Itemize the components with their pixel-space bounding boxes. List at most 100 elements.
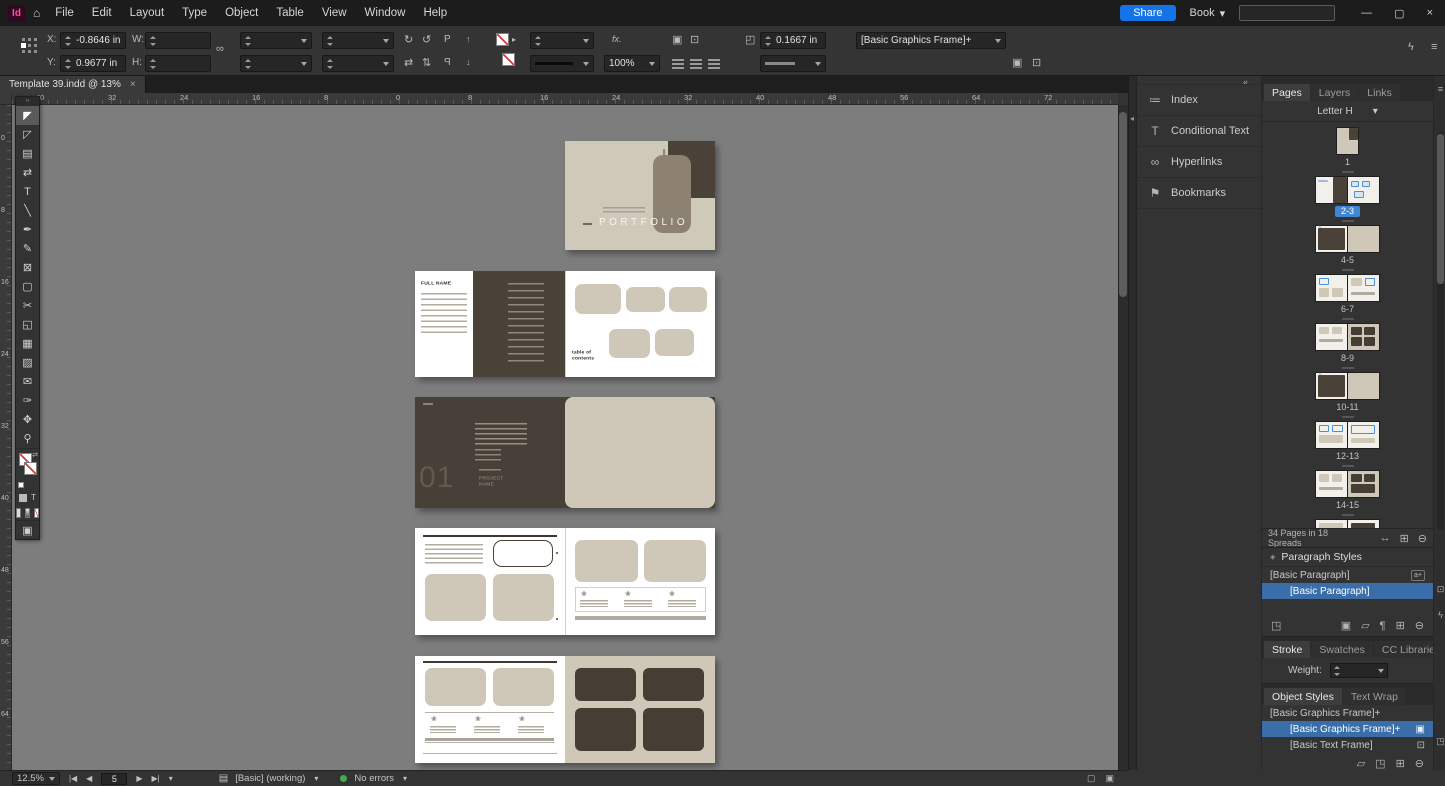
- vertical-ruler[interactable]: 0816243240485664: [0, 105, 12, 770]
- menu-item[interactable]: View: [313, 0, 356, 26]
- style-group-icon[interactable]: ▱: [1361, 619, 1369, 632]
- image-frame[interactable]: [425, 668, 486, 706]
- spread-cover[interactable]: PORTFOLIO: [565, 141, 715, 250]
- image-frame[interactable]: [493, 574, 554, 621]
- height-field[interactable]: [145, 55, 211, 72]
- clear-overrides-icon[interactable]: ◳: [1271, 619, 1281, 632]
- image-frame[interactable]: [575, 284, 621, 314]
- image-frame[interactable]: [575, 708, 636, 751]
- shear-angle-field[interactable]: [322, 55, 394, 72]
- pencil-tool[interactable]: ✎: [16, 239, 39, 258]
- page-tool[interactable]: ▤: [16, 144, 39, 163]
- fit-view-icon[interactable]: ▢: [1087, 773, 1096, 784]
- page-list-chevron-icon[interactable]: ▾: [169, 774, 173, 783]
- width-field[interactable]: [145, 32, 211, 49]
- scroll-box-icon[interactable]: ▣: [1105, 773, 1114, 784]
- page-thumbnail-4-5[interactable]: A 4-5: [1316, 217, 1379, 266]
- stroke-swatch[interactable]: [24, 462, 37, 475]
- book-dropdown[interactable]: Book▾: [1190, 7, 1226, 20]
- minimize-button[interactable]: —: [1361, 7, 1372, 20]
- image-frame[interactable]: [565, 397, 715, 508]
- outlined-frame[interactable]: [493, 540, 553, 567]
- spread-8-9[interactable]: ❀ ❀ ❀: [415, 656, 715, 763]
- clear-overrides-icon[interactable]: ◳: [1375, 757, 1385, 770]
- image-frame[interactable]: [493, 668, 554, 706]
- auto-fit-icon[interactable]: ⊡: [1032, 58, 1041, 69]
- align-icons[interactable]: [672, 59, 684, 69]
- stroke-color-swatch[interactable]: [496, 33, 509, 46]
- previous-page-button[interactable]: ◀: [86, 774, 92, 783]
- dock-resize-strip[interactable]: ◂: [1129, 76, 1137, 770]
- rotation-angle-field[interactable]: [322, 32, 394, 49]
- edit-page-size-icon[interactable]: ↔: [1380, 532, 1391, 544]
- formatting-container-icon[interactable]: [19, 494, 27, 502]
- screen-mode-button[interactable]: ▣: [16, 520, 39, 539]
- tab-pages[interactable]: Pages: [1264, 84, 1310, 101]
- distribute-icons[interactable]: [690, 59, 702, 69]
- tab-links[interactable]: Links: [1359, 84, 1400, 101]
- style-box-icon[interactable]: ▣: [1341, 619, 1351, 632]
- menu-item[interactable]: Help: [414, 0, 456, 26]
- preflight-profile[interactable]: [Basic] (working): [235, 773, 305, 784]
- menu-item[interactable]: Layout: [121, 0, 174, 26]
- stroke-weight-dropdown[interactable]: [530, 32, 594, 49]
- rotate-cw-icon[interactable]: ↻: [404, 35, 413, 46]
- quick-apply-icon[interactable]: ϟ: [1408, 42, 1414, 53]
- menu-item[interactable]: Table: [267, 0, 313, 26]
- canvas-scrollbar-thumb[interactable]: [1119, 112, 1127, 297]
- formatting-affects-container-icon[interactable]: ▣: [672, 35, 682, 46]
- flip-horizontal-icon[interactable]: ⇄: [404, 58, 413, 69]
- rectangle-frame-tool[interactable]: ⊠: [16, 258, 39, 277]
- image-frame[interactable]: [575, 668, 636, 701]
- next-page-button[interactable]: ▶: [136, 774, 142, 783]
- tab-layers[interactable]: Layers: [1311, 84, 1359, 101]
- new-style-icon[interactable]: ⊞: [1396, 757, 1405, 770]
- image-frame[interactable]: [575, 540, 638, 582]
- spread-2-3[interactable]: FULL NAME table ofcontents: [415, 271, 715, 377]
- pages-scrollbar-thumb[interactable]: [1437, 134, 1444, 284]
- flip-vertical-icon[interactable]: ⇅: [422, 58, 431, 69]
- page-number-field[interactable]: 5: [101, 773, 127, 785]
- effects-icon[interactable]: fx.: [612, 35, 622, 44]
- scale-x-field[interactable]: [240, 32, 312, 49]
- formatting-text-icon[interactable]: T: [31, 493, 36, 502]
- swap-fill-stroke-icon[interactable]: ⇄: [32, 451, 38, 459]
- pages-panel-menu-icon[interactable]: ≡: [1434, 84, 1445, 94]
- apply-none-button[interactable]: [34, 508, 39, 518]
- stroke-swatch-arrow-icon[interactable]: ▸: [512, 36, 516, 44]
- text-wrap-icons[interactable]: [708, 59, 720, 69]
- paragraph-style-row[interactable]: [Basic Paragraph] a+: [1262, 567, 1433, 583]
- object-style-row[interactable]: [Basic Text Frame] ⊡: [1262, 737, 1433, 753]
- delete-page-icon[interactable]: ⊖: [1418, 532, 1427, 545]
- delete-style-icon[interactable]: ⊖: [1415, 619, 1424, 632]
- gradient-feather-tool[interactable]: ▨: [16, 353, 39, 372]
- select-previous-object-icon[interactable]: ↑: [466, 35, 471, 44]
- panel-item-conditional-text[interactable]: T Conditional Text: [1137, 116, 1261, 147]
- close-document-icon[interactable]: ×: [130, 79, 136, 90]
- select-next-object-icon[interactable]: ↓: [466, 58, 471, 67]
- note-tool[interactable]: ✉: [16, 372, 39, 391]
- delete-style-icon[interactable]: ⊖: [1415, 757, 1424, 770]
- image-frame[interactable]: [425, 574, 486, 621]
- close-button[interactable]: ×: [1427, 7, 1433, 20]
- menu-item[interactable]: File: [46, 0, 83, 26]
- paragraph-styles-menu-icon[interactable]: ⊡: [1434, 584, 1445, 595]
- image-frame[interactable]: [655, 329, 694, 356]
- reference-point-selector[interactable]: [20, 36, 39, 55]
- corner-radius-field[interactable]: 0.1667 in: [760, 32, 826, 49]
- paragraph-icon[interactable]: ¶: [1380, 620, 1386, 632]
- master-page-row[interactable]: Letter H ▾: [1262, 101, 1433, 122]
- object-style-dropdown[interactable]: [Basic Graphics Frame]+: [856, 32, 1006, 49]
- corner-shape-dropdown[interactable]: [760, 55, 826, 72]
- menu-item[interactable]: Window: [356, 0, 415, 26]
- toolbar-grip[interactable]: ››: [16, 97, 39, 106]
- constrain-proportions-icon[interactable]: ∞: [216, 44, 224, 55]
- page-thumbnail-12-13[interactable]: 12-13: [1316, 413, 1379, 462]
- quick-apply-styles-icon[interactable]: ϟ: [1434, 610, 1445, 620]
- image-frame[interactable]: [643, 668, 704, 701]
- apply-gradient-button[interactable]: [25, 508, 30, 518]
- paragraph-style-row-selected[interactable]: [Basic Paragraph]: [1262, 583, 1433, 599]
- new-spread-icon[interactable]: ⊞: [1400, 532, 1409, 545]
- horizontal-ruler[interactable]: 403224168081624324048566472: [12, 93, 1118, 105]
- image-frame[interactable]: [609, 329, 650, 358]
